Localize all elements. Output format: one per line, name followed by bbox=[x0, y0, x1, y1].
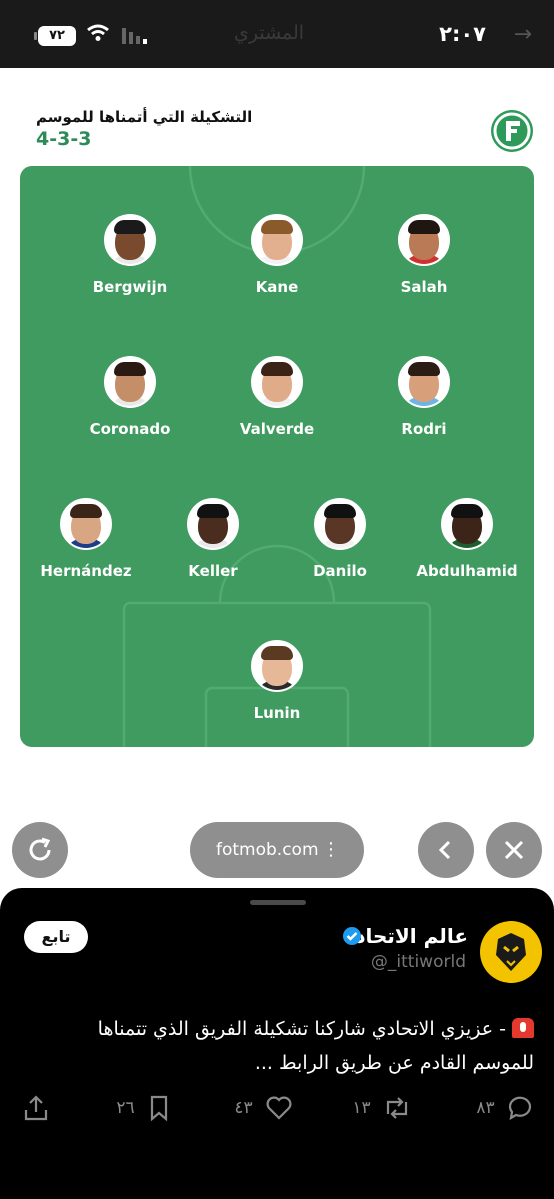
retweet-button[interactable]: ١٣ bbox=[352, 1094, 412, 1122]
player-name: Danilo bbox=[313, 562, 367, 580]
share-button[interactable] bbox=[22, 1094, 50, 1122]
close-button[interactable] bbox=[486, 822, 542, 878]
player-hair bbox=[70, 504, 102, 518]
player-card[interactable]: Hernández bbox=[26, 498, 146, 580]
siren-icon bbox=[512, 1018, 534, 1038]
player-card[interactable]: Bergwijn bbox=[70, 214, 190, 296]
player-hair bbox=[261, 646, 293, 660]
reply-icon bbox=[508, 1096, 532, 1121]
player-name: Hernández bbox=[40, 562, 132, 580]
formation-label: 4-3-3 bbox=[36, 128, 92, 150]
player-card[interactable]: Kane bbox=[217, 214, 337, 296]
player-hair bbox=[324, 504, 356, 518]
tweet-text-line-1: - عزيزي الاتحادي شاركنا تشكيلة الفريق ال… bbox=[97, 1018, 506, 1040]
bookmark-button[interactable]: ٢٦ bbox=[116, 1094, 172, 1122]
author-name[interactable]: عالم الاتحاد bbox=[355, 924, 468, 948]
player-card[interactable]: Salah bbox=[364, 214, 484, 296]
url-bar[interactable]: fotmob.com ⋮ bbox=[190, 822, 364, 878]
player-card[interactable]: Keller bbox=[153, 498, 273, 580]
player-name: Bergwijn bbox=[92, 278, 168, 296]
player-card[interactable]: Abdulhamid bbox=[407, 498, 527, 580]
reload-button[interactable] bbox=[12, 822, 68, 878]
heart-icon bbox=[266, 1096, 292, 1120]
reply-count: ٨٣ bbox=[476, 1098, 495, 1118]
player-name: Lunin bbox=[253, 704, 301, 722]
player-avatar bbox=[314, 498, 366, 550]
player-avatar bbox=[398, 214, 450, 266]
url-text: fotmob.com bbox=[216, 840, 319, 860]
lineup-title: التشكيلة التي أتمناها للموسم bbox=[36, 108, 253, 126]
author-avatar[interactable] bbox=[480, 921, 542, 983]
sheet-grabber[interactable] bbox=[250, 900, 306, 905]
player-name: Salah bbox=[400, 278, 448, 296]
player-hair bbox=[114, 362, 146, 376]
share-icon bbox=[24, 1095, 48, 1121]
cellular-signal-icon bbox=[122, 28, 147, 44]
player-hair bbox=[408, 220, 440, 234]
player-name: Keller bbox=[188, 562, 238, 580]
player-hair bbox=[114, 220, 146, 234]
player-hair bbox=[261, 220, 293, 234]
player-hair bbox=[408, 362, 440, 376]
retweet-count: ١٣ bbox=[352, 1098, 371, 1118]
bookmark-icon bbox=[150, 1095, 168, 1122]
player-name: Valverde bbox=[239, 420, 315, 438]
status-time: ٢:٠٧ bbox=[439, 22, 486, 46]
fotmob-logo-icon bbox=[491, 110, 533, 152]
player-name: Coronado bbox=[89, 420, 171, 438]
player-avatar bbox=[187, 498, 239, 550]
status-center-text: المشتري bbox=[234, 22, 305, 44]
follow-button[interactable]: تابع bbox=[24, 921, 88, 953]
player-hair bbox=[261, 362, 293, 376]
player-card[interactable]: Rodri bbox=[364, 356, 484, 438]
player-name: Rodri bbox=[401, 420, 447, 438]
player-card[interactable]: Coronado bbox=[70, 356, 190, 438]
player-avatar bbox=[441, 498, 493, 550]
player-hair bbox=[197, 504, 229, 518]
more-vertical-icon[interactable]: ⋮ bbox=[322, 822, 340, 878]
wifi-icon bbox=[87, 24, 109, 41]
like-button[interactable]: ٤٣ bbox=[234, 1094, 294, 1122]
status-bar: ٧٢ المشتري ٢:٠٧ → bbox=[0, 0, 554, 68]
reply-button[interactable]: ٨٣ bbox=[476, 1094, 534, 1122]
back-button[interactable] bbox=[418, 822, 474, 878]
player-avatar bbox=[251, 214, 303, 266]
player-hair bbox=[451, 504, 483, 518]
player-avatar bbox=[104, 356, 156, 408]
arrow-right-icon: → bbox=[513, 22, 532, 47]
reload-icon bbox=[29, 837, 51, 861]
retweet-icon bbox=[386, 1097, 408, 1119]
tiger-logo-icon bbox=[496, 933, 526, 971]
player-avatar bbox=[398, 356, 450, 408]
player-card[interactable]: Valverde bbox=[217, 356, 337, 438]
tweet-text: - عزيزي الاتحادي شاركنا تشكيلة الفريق ال… bbox=[14, 1012, 534, 1080]
verified-badge-icon bbox=[343, 927, 361, 945]
player-card[interactable]: Danilo bbox=[280, 498, 400, 580]
player-avatar bbox=[60, 498, 112, 550]
lineup-pitch: Bergwijn Kane Salah Coronado Valverde Ro… bbox=[20, 166, 534, 747]
tweet-text-line-2: للموسم القادم عن طريق الرابط ... bbox=[254, 1052, 534, 1074]
like-count: ٤٣ bbox=[234, 1098, 253, 1118]
player-avatar bbox=[251, 356, 303, 408]
bookmark-count: ٢٦ bbox=[116, 1098, 135, 1118]
player-name: Abdulhamid bbox=[416, 562, 518, 580]
battery-indicator: ٧٢ bbox=[34, 26, 76, 46]
player-card[interactable]: Lunin bbox=[217, 640, 337, 722]
player-avatar bbox=[251, 640, 303, 692]
author-handle[interactable]: @_ittiworld bbox=[371, 952, 466, 972]
chevron-left-icon bbox=[438, 840, 451, 860]
tweet-sheet: عالم الاتحاد @_ittiworld تابع - عزيزي ال… bbox=[0, 888, 554, 1199]
close-icon bbox=[504, 840, 524, 860]
player-avatar bbox=[104, 214, 156, 266]
player-name: Kane bbox=[255, 278, 299, 296]
